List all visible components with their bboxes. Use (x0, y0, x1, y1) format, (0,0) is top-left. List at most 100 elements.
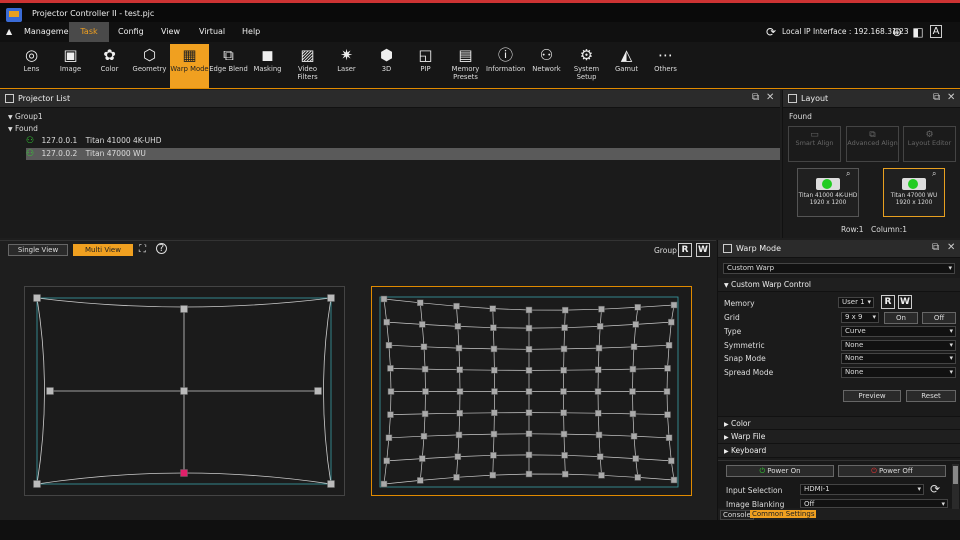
warp-control-point[interactable] (455, 431, 463, 439)
refresh-icon[interactable]: ⟳ (763, 24, 779, 40)
warp-control-point[interactable] (632, 455, 639, 462)
warp-control-point[interactable] (629, 365, 637, 373)
warp-control-point[interactable] (420, 432, 428, 440)
single-view-button[interactable]: Single View (8, 244, 68, 256)
w-button[interactable]: W (696, 243, 710, 257)
symmetric-select[interactable]: None (841, 340, 956, 351)
warp-control-point[interactable] (560, 345, 568, 353)
warp-control-point[interactable] (419, 455, 426, 462)
warp-control-point[interactable] (595, 431, 603, 439)
toolbar-system-setup-button[interactable]: ⚙ System Setup (567, 44, 606, 88)
warp-control-point[interactable] (561, 324, 568, 331)
warp-control-point[interactable] (490, 345, 498, 353)
toolbar-memory-presets-button[interactable]: ▤ Memory Presets (446, 44, 485, 88)
warp-control-point[interactable] (453, 302, 460, 310)
scrollbar[interactable] (952, 464, 959, 510)
warp-control-point[interactable] (525, 324, 533, 332)
warp-control-point[interactable] (629, 388, 636, 395)
warp-control-point[interactable] (314, 387, 322, 395)
float-panel-icon[interactable]: ⧉ (932, 242, 939, 253)
warp-control-point[interactable] (490, 324, 497, 331)
warp-control-point[interactable] (46, 387, 54, 395)
memory-w-button[interactable]: W (898, 295, 912, 309)
fullscreen-icon[interactable]: ⛶ (139, 244, 146, 255)
warp-control-point[interactable] (525, 388, 533, 395)
keyboard-section[interactable]: ▶ Keyboard (718, 444, 960, 458)
warp-control-point[interactable] (670, 476, 678, 484)
warp-control-point[interactable] (422, 388, 429, 395)
globe-icon[interactable]: ⊕ (889, 24, 905, 40)
toolbar-pip-button[interactable]: ◱ PIP (406, 44, 445, 88)
advanced-align-button[interactable]: ⧉ Advanced Align (846, 126, 899, 162)
warp-control-point[interactable] (327, 480, 335, 488)
type-select[interactable]: Curve (841, 326, 956, 337)
warp-control-point[interactable] (595, 366, 602, 374)
warp-control-point[interactable] (33, 480, 41, 488)
warp-control-point[interactable] (665, 342, 673, 349)
warp-control-point[interactable] (665, 434, 673, 441)
warp-canvas-2[interactable] (371, 286, 693, 498)
warp-control-point[interactable] (668, 457, 675, 465)
multi-view-button[interactable]: Multi View (73, 244, 133, 256)
warp-control-point[interactable] (630, 432, 638, 440)
warp-control-point[interactable] (629, 410, 637, 418)
warp-control-point[interactable] (489, 305, 496, 312)
warp-control-point[interactable] (421, 410, 429, 418)
r-button[interactable]: R (678, 243, 692, 257)
warp-control-point[interactable] (634, 474, 641, 481)
toolbar-video-filters-button[interactable]: ▨ Video Filters (288, 44, 327, 88)
warp-control-point[interactable] (595, 409, 602, 417)
warp-control-point[interactable] (456, 388, 464, 395)
warp-control-point[interactable] (668, 318, 675, 326)
warp-control-point[interactable] (595, 344, 603, 352)
image-blanking-select[interactable]: Off (800, 499, 948, 508)
warp-control-point[interactable] (421, 365, 429, 373)
collapse-menu-icon[interactable]: ▲ (6, 27, 12, 36)
float-panel-icon[interactable]: ⧉ (752, 92, 759, 103)
warp-control-point[interactable] (663, 388, 671, 395)
grid-select[interactable]: 9 x 9 (841, 312, 879, 323)
warp-control-point[interactable] (596, 323, 604, 330)
warp-control-point[interactable] (598, 472, 605, 479)
warp-control-point[interactable] (491, 366, 498, 374)
toolbar-3d-button[interactable]: ⬢ 3D (367, 44, 406, 88)
warp-control-point[interactable] (180, 387, 188, 395)
menu-help[interactable]: Help (234, 22, 268, 42)
color-section[interactable]: ▶ Color (718, 416, 960, 430)
toolbar-warp-button[interactable]: ▦ Warp Mode (170, 44, 209, 88)
warp-grid-9x9[interactable] (379, 295, 679, 488)
close-icon[interactable]: ✕ (947, 92, 955, 103)
grid-off-button[interactable]: Off (922, 312, 956, 324)
toolbar-information-button[interactable]: ⓘ Information (486, 44, 525, 88)
warp-control-point[interactable] (456, 409, 463, 417)
tree-found[interactable]: ▼ Found (8, 124, 38, 133)
warp-control-point[interactable] (634, 304, 641, 311)
warp-control-point[interactable] (380, 480, 388, 488)
warp-control-point[interactable] (560, 366, 567, 374)
toolbar-gamut-button[interactable]: ◭ Gamut (607, 44, 646, 88)
power-on-button[interactable]: ⏻ Power On (726, 465, 834, 477)
layout-projector-card-2[interactable]: ⌕ Titan 47000 WU 1920 x 1200 (883, 168, 945, 217)
warp-control-point[interactable] (525, 470, 533, 478)
close-icon[interactable]: ✕ (947, 242, 955, 253)
warp-control-point[interactable] (670, 301, 678, 309)
warp-control-point[interactable] (180, 469, 188, 477)
warp-control-point[interactable] (385, 434, 393, 441)
tab-console[interactable]: Console (720, 510, 754, 520)
warp-control-point[interactable] (630, 343, 638, 351)
warp-control-point[interactable] (387, 411, 394, 418)
layout-projector-card-1[interactable]: ⌕ Titan 41000 4K-UHD 1920 x 1200 (797, 168, 859, 217)
warp-control-point[interactable] (417, 299, 424, 307)
warp-control-point[interactable] (491, 388, 498, 395)
warp-control-point[interactable] (525, 409, 533, 416)
menu-view[interactable]: View (153, 22, 188, 42)
grid-on-button[interactable]: On (884, 312, 918, 324)
toolbar-network-button[interactable]: ⚇ Network (527, 44, 566, 88)
warp-control-point[interactable] (598, 305, 605, 313)
help-icon[interactable]: ? (156, 243, 167, 254)
warp-control-point[interactable] (454, 323, 462, 330)
layout-editor-button[interactable]: ⚙ Layout Editor (903, 126, 956, 162)
close-icon[interactable]: ✕ (766, 92, 774, 103)
warp-control-point[interactable] (454, 453, 462, 460)
warp-control-point[interactable] (632, 321, 639, 328)
